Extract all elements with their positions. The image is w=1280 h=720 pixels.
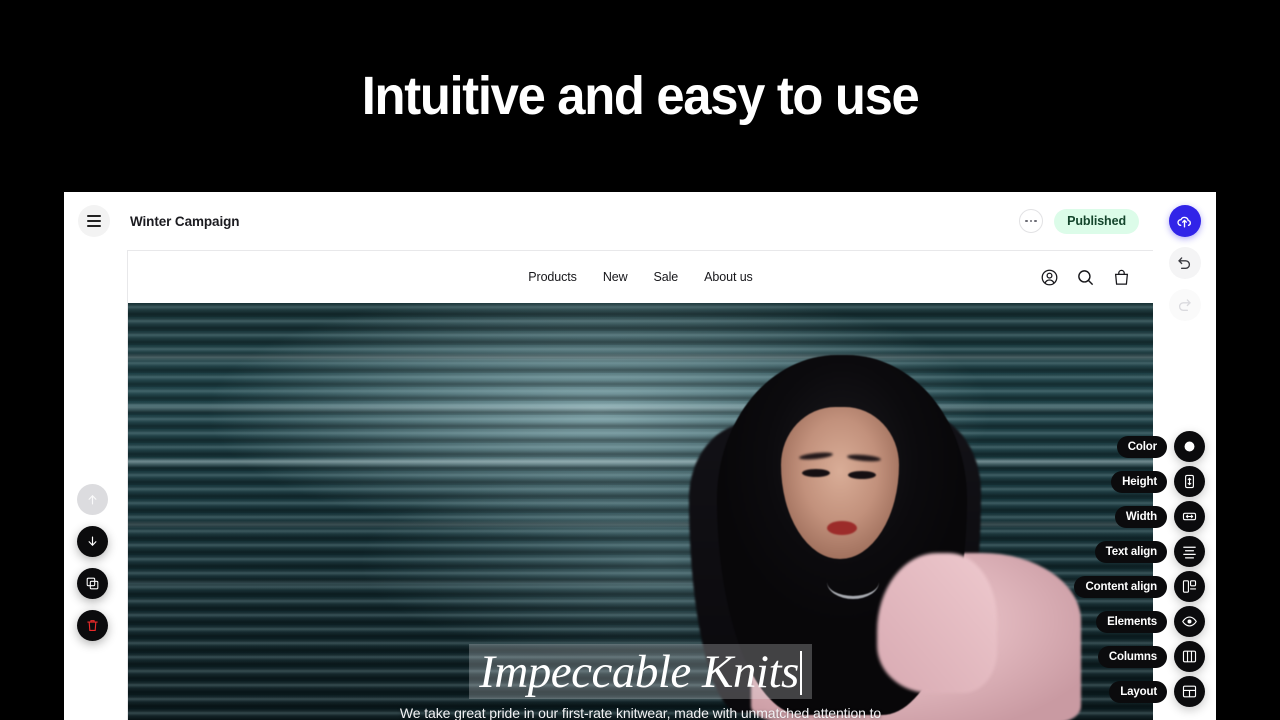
lips xyxy=(826,521,857,535)
property-label: Text align xyxy=(1094,540,1167,563)
move-down-button[interactable] xyxy=(77,526,108,557)
redo-button[interactable] xyxy=(1168,289,1201,321)
site-navbar: Products New Sale About us xyxy=(128,251,1153,303)
columns-icon xyxy=(1182,650,1197,663)
property-row-elements: Elements xyxy=(1074,606,1205,637)
property-controls: Color Height Width Text align Content align E… xyxy=(1074,431,1205,707)
dot xyxy=(1025,219,1028,223)
property-row-layout: Layout xyxy=(1074,676,1205,707)
property-button-content-align[interactable] xyxy=(1174,571,1205,602)
property-row-width: Width xyxy=(1074,501,1205,532)
property-label: Width xyxy=(1114,505,1167,528)
property-button-width[interactable] xyxy=(1174,501,1205,532)
undo-button[interactable] xyxy=(1168,247,1201,279)
property-button-elements[interactable] xyxy=(1174,606,1205,637)
layout-icon xyxy=(1182,685,1197,698)
cloud-upload-icon xyxy=(1177,216,1191,228)
undo-icon xyxy=(1178,256,1191,269)
topbar-actions: Published xyxy=(1019,208,1153,234)
property-button-height[interactable] xyxy=(1174,466,1205,497)
redo-icon xyxy=(1178,298,1191,311)
duplicate-icon xyxy=(86,577,99,590)
site-nav-link-3[interactable]: About us xyxy=(704,270,753,284)
site-subtext[interactable]: We take great pride in our first-rate kn… xyxy=(128,705,1153,720)
duplicate-button[interactable] xyxy=(77,568,108,599)
element-controls xyxy=(77,484,108,641)
ellipsis-icon[interactable] xyxy=(1019,209,1044,233)
site-nav-link-2[interactable]: Sale xyxy=(654,270,679,284)
property-button-color[interactable] xyxy=(1174,431,1205,462)
site-headline[interactable]: Impeccable Knits xyxy=(479,646,799,698)
content-align-icon xyxy=(1182,580,1197,593)
property-label: Elements xyxy=(1096,610,1167,633)
property-button-text-align[interactable] xyxy=(1174,536,1205,567)
text-caret xyxy=(799,651,802,696)
arrow-up-icon xyxy=(88,495,97,505)
property-row-content-align: Content align xyxy=(1074,571,1205,602)
account-icon[interactable] xyxy=(1040,268,1059,287)
publish-button[interactable] xyxy=(1168,205,1201,237)
property-row-height: Height xyxy=(1074,466,1205,497)
dot xyxy=(1029,219,1033,223)
hero-image[interactable]: Impeccable Knits We take great pride in … xyxy=(128,303,1153,720)
status-badge: Published xyxy=(1054,208,1139,234)
property-label: Color xyxy=(1116,435,1167,458)
eye-left xyxy=(801,469,830,477)
delete-button[interactable] xyxy=(77,610,108,641)
shopping-bag-icon[interactable] xyxy=(1112,268,1131,287)
property-row-color: Color xyxy=(1074,431,1205,462)
hamburger-line xyxy=(87,220,101,222)
site-nav-links: Products New Sale About us xyxy=(128,270,1153,284)
hamburger-icon[interactable] xyxy=(78,205,110,237)
site-nav-link-0[interactable]: Products xyxy=(528,270,577,284)
dot xyxy=(1034,219,1037,223)
site-nav-icons xyxy=(1040,268,1153,287)
search-icon[interactable] xyxy=(1076,268,1095,287)
property-row-text-align: Text align xyxy=(1074,536,1205,567)
editor-window: Winter Campaign Published Products New Sal… xyxy=(64,192,1216,720)
property-button-layout[interactable] xyxy=(1174,676,1205,707)
property-label: Height xyxy=(1111,470,1167,493)
hamburger-line xyxy=(87,215,101,217)
text-align-icon xyxy=(1183,546,1196,559)
height-icon xyxy=(1185,474,1194,489)
hamburger-line xyxy=(87,225,101,227)
hero-section: Intuitive and easy to use xyxy=(0,0,1280,192)
site-preview-canvas[interactable]: Products New Sale About us Impeccable Kn… xyxy=(127,250,1153,720)
site-nav-link-1[interactable]: New xyxy=(603,270,628,284)
property-label: Content align xyxy=(1074,575,1167,598)
trash-icon xyxy=(87,620,98,631)
page-title: Intuitive and easy to use xyxy=(361,66,920,126)
arrow-down-icon xyxy=(88,536,97,546)
move-up-button[interactable] xyxy=(77,484,108,515)
property-row-columns: Columns xyxy=(1074,641,1205,672)
property-label: Columns xyxy=(1097,645,1167,668)
circle-filled-icon xyxy=(1184,441,1195,452)
hero-text-block[interactable]: Impeccable Knits We take great pride in … xyxy=(128,644,1153,720)
property-button-columns[interactable] xyxy=(1174,641,1205,672)
necklace xyxy=(826,565,879,599)
property-label: Layout xyxy=(1109,680,1167,703)
text-selection-highlight: Impeccable Knits xyxy=(469,644,812,699)
eye-right xyxy=(847,471,876,479)
editor-topbar: Winter Campaign Published xyxy=(64,192,1153,250)
document-title: Winter Campaign xyxy=(130,213,240,229)
eye-icon xyxy=(1182,616,1197,627)
width-icon xyxy=(1182,512,1197,521)
